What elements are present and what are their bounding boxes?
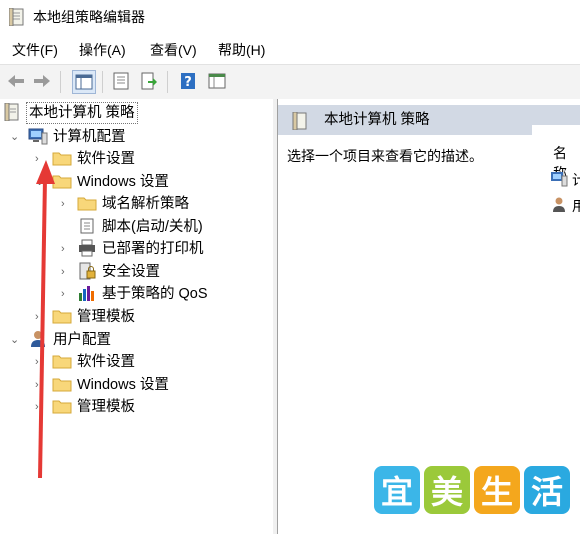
window-title: 本地组策略编辑器: [33, 9, 145, 25]
tree-item-computer-windows[interactable]: Windows 设置: [52, 171, 169, 193]
folder-icon: [52, 376, 72, 395]
user-icon: [550, 197, 568, 216]
chevron-right-icon[interactable]: ›: [35, 396, 39, 418]
list-item-label: 计: [572, 172, 580, 188]
folder-icon: [52, 150, 72, 169]
menu-action[interactable]: 操作(A): [79, 40, 126, 60]
user-icon: [28, 330, 48, 351]
tree-item-security[interactable]: 安全设置: [77, 261, 160, 283]
watermark-char: 活: [524, 466, 570, 514]
menu-help[interactable]: 帮助(H): [218, 40, 265, 60]
chevron-right-icon[interactable]: ›: [35, 306, 39, 328]
properties-icon[interactable]: [110, 70, 132, 92]
details-title: 本地计算机 策略: [324, 112, 430, 128]
folder-icon: [52, 308, 72, 327]
tree-item-name-resolution[interactable]: 域名解析策略: [77, 193, 189, 215]
tree-item-label: 基于策略的 QoS: [102, 286, 208, 302]
menu-view[interactable]: 查看(V): [150, 40, 197, 60]
tree-item-user-software[interactable]: 软件设置: [52, 351, 135, 373]
chevron-right-icon[interactable]: ›: [35, 374, 39, 396]
tree-item-user-config[interactable]: 用户配置: [28, 329, 111, 351]
folder-icon: [52, 398, 72, 417]
chevron-down-icon[interactable]: ⌄: [10, 329, 19, 351]
computer-icon: [28, 127, 48, 148]
list-item[interactable]: 用: [550, 195, 580, 217]
tree-item-label: 管理模板: [77, 399, 135, 415]
folder-icon: [52, 353, 72, 372]
tree-item-label: Windows 设置: [77, 377, 169, 393]
folder-icon: [77, 195, 97, 214]
watermark-logo: 宜 美 生 活: [374, 466, 570, 514]
tree-item-qos[interactable]: 基于策略的 QoS: [77, 283, 208, 305]
policy-doc-icon: [292, 111, 308, 133]
menu-bar: 文件(F) 操作(A) 查看(V) 帮助(H): [0, 38, 580, 62]
bar-chart-icon: [77, 284, 97, 305]
back-icon[interactable]: [5, 70, 27, 92]
tree-pane: 本地计算机 策略 ⌄ 计算机配置 › 软件设置 ⌄ Windows 设置 › 域…: [0, 99, 274, 534]
watermark-char: 生: [474, 466, 520, 514]
tree-item-label: 已部署的打印机: [102, 241, 204, 257]
chevron-right-icon[interactable]: ›: [61, 261, 65, 283]
svg-text:?: ?: [184, 75, 192, 90]
chevron-right-icon[interactable]: ›: [61, 238, 65, 260]
computer-icon: [550, 171, 568, 190]
tree-item-label: 安全设置: [102, 264, 160, 280]
tree-item-printers[interactable]: 已部署的打印机: [77, 238, 204, 260]
toolbar: ?: [0, 64, 580, 100]
menu-file[interactable]: 文件(F): [12, 40, 58, 60]
tree-item-label: 管理模板: [77, 309, 135, 325]
chevron-down-icon[interactable]: ⌄: [35, 171, 44, 193]
printer-icon: [77, 239, 97, 260]
tree-item-label: 软件设置: [77, 151, 135, 167]
tree-item-root[interactable]: 本地计算机 策略: [3, 102, 138, 124]
policy-doc-icon: [3, 102, 21, 124]
list-item[interactable]: 计: [550, 169, 580, 191]
chevron-down-icon[interactable]: ⌄: [10, 126, 19, 148]
export-icon[interactable]: [138, 70, 160, 92]
title-bar: 本地组策略编辑器: [0, 0, 580, 34]
chevron-right-icon[interactable]: ›: [35, 351, 39, 373]
forward-icon[interactable]: [31, 70, 53, 92]
tree-item-computer-admin[interactable]: 管理模板: [52, 306, 135, 328]
help-icon[interactable]: ?: [177, 70, 199, 92]
folder-open-icon: [52, 173, 72, 192]
tree-item-label: 域名解析策略: [102, 196, 189, 212]
tree-item-label: Windows 设置: [77, 174, 169, 190]
chevron-right-icon[interactable]: ›: [35, 148, 39, 170]
chevron-right-icon[interactable]: ›: [61, 193, 65, 215]
tree-item-label: 本地计算机 策略: [26, 102, 138, 124]
show-tree-icon[interactable]: [72, 70, 96, 94]
details-description: 选择一个项目来查看它的描述。: [287, 148, 483, 164]
list-item-label: 用: [572, 198, 580, 214]
tree-item-user-windows[interactable]: Windows 设置: [52, 374, 169, 396]
watermark-char: 宜: [374, 466, 420, 514]
tree-item-computer-config[interactable]: 计算机配置: [28, 126, 126, 148]
tree-item-user-admin[interactable]: 管理模板: [52, 396, 135, 418]
chevron-right-icon[interactable]: ›: [61, 283, 65, 305]
tree-item-scripts[interactable]: 脚本(启动/关机): [77, 216, 203, 238]
tree-item-label: 用户配置: [53, 332, 111, 348]
tree-item-label: 软件设置: [77, 354, 135, 370]
toolbar-separator: [102, 71, 103, 93]
security-lock-icon: [77, 262, 97, 283]
policy-app-icon: [8, 7, 25, 29]
tree-item-label: 脚本(启动/关机): [102, 219, 203, 235]
tree-item-label: 计算机配置: [53, 129, 126, 145]
script-icon: [77, 217, 97, 238]
toolbar-separator: [167, 71, 168, 93]
details-view-icon[interactable]: [206, 70, 228, 92]
toolbar-separator: [60, 71, 61, 93]
tree-item-computer-software[interactable]: 软件设置: [52, 148, 135, 170]
watermark-char: 美: [424, 466, 470, 514]
